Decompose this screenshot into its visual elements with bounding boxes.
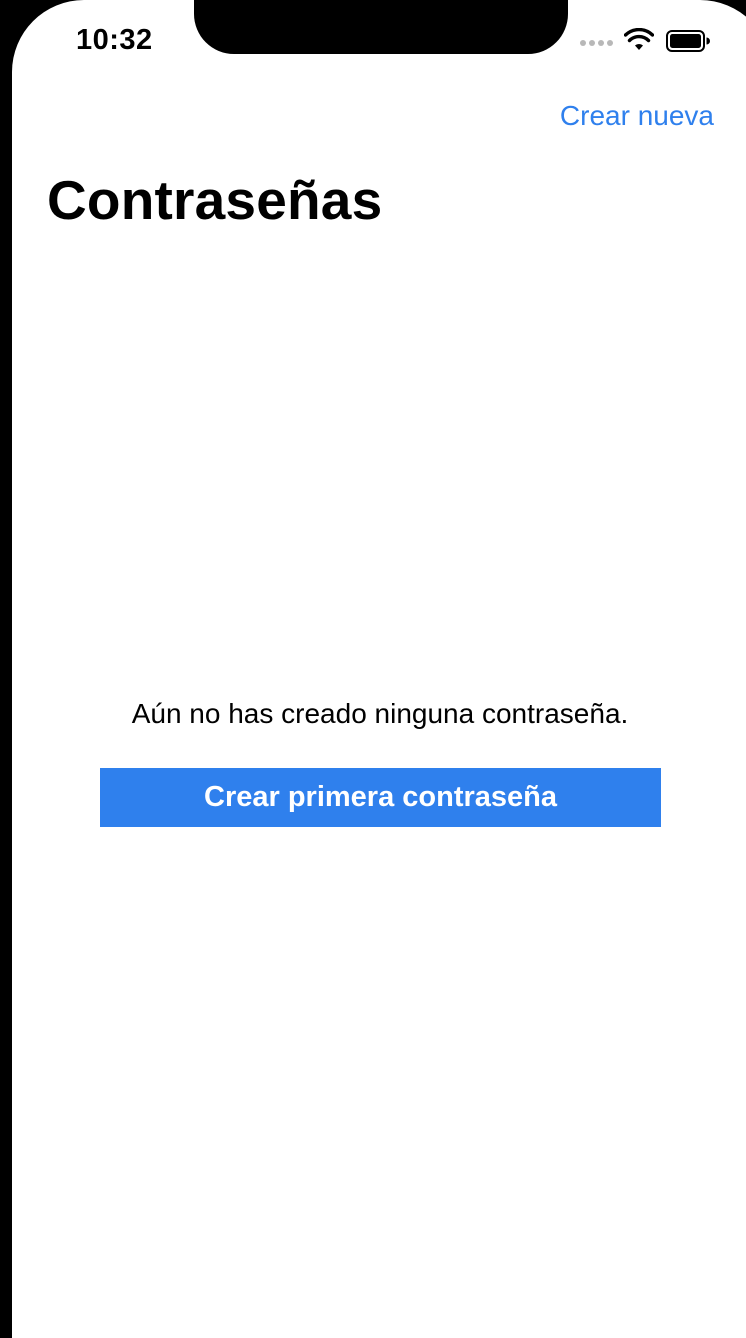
battery-icon	[666, 30, 710, 52]
status-icons	[580, 26, 720, 56]
create-new-button[interactable]: Crear nueva	[560, 100, 714, 132]
cellular-signal-icon	[580, 38, 614, 48]
status-time: 10:32	[76, 24, 153, 56]
device-notch	[194, 0, 568, 54]
empty-state-message: Aún no has creado ninguna contraseña.	[131, 698, 629, 729]
create-first-password-button[interactable]: Crear primera contraseña	[100, 768, 661, 827]
wifi-icon	[624, 28, 654, 50]
page-title: Contraseñas	[47, 169, 383, 231]
